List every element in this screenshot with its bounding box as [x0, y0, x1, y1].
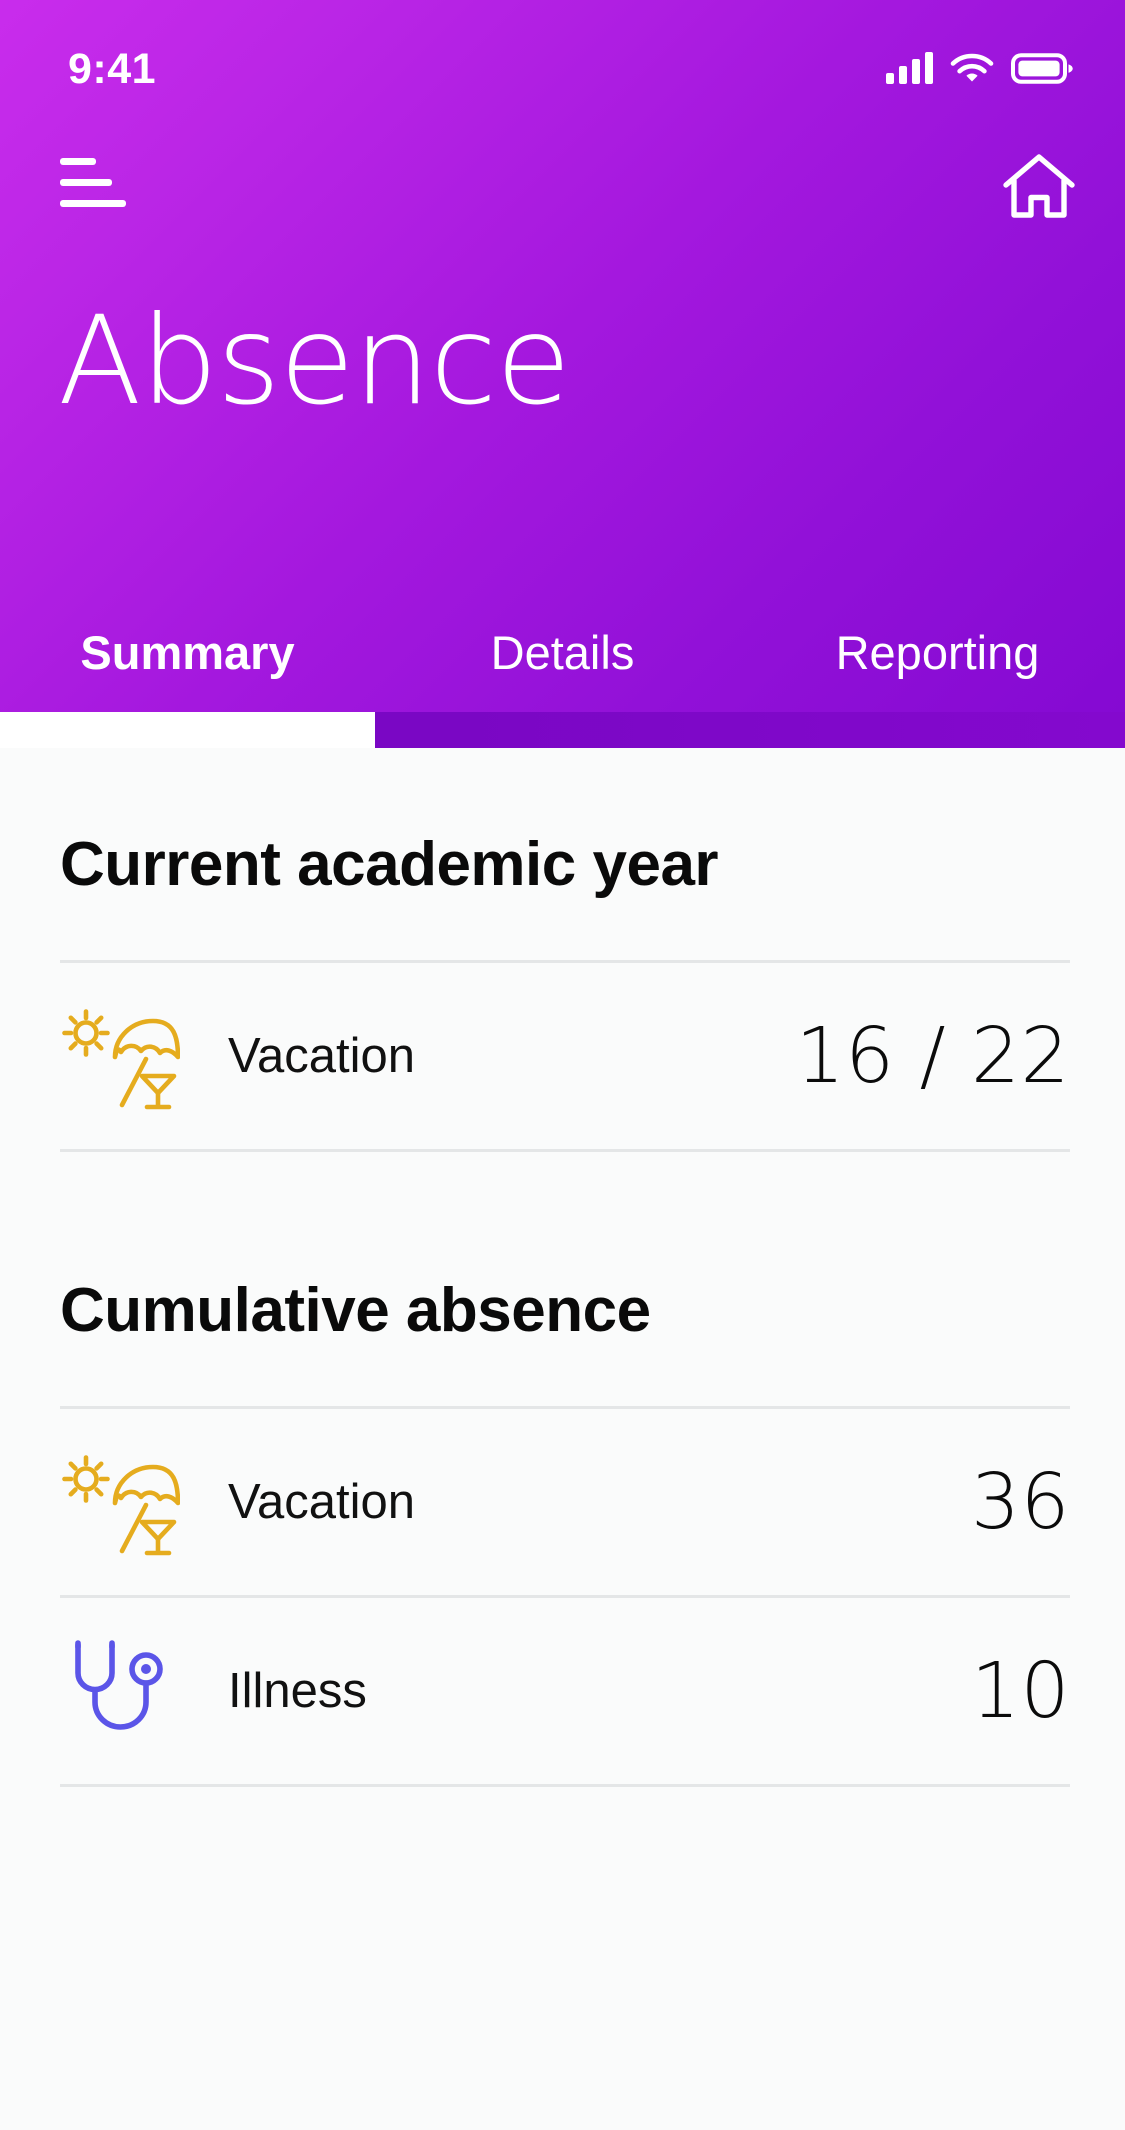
- battery-full-icon: [1011, 52, 1073, 84]
- list-item[interactable]: Vacation 36: [0, 1409, 1125, 1595]
- tab-summary[interactable]: Summary: [0, 592, 375, 712]
- home-icon[interactable]: [1001, 150, 1077, 222]
- stethoscope-icon: [60, 1635, 190, 1747]
- beach-umbrella-icon: [60, 1448, 190, 1556]
- spacer-top: [0, 748, 1125, 834]
- list-item-value: 10: [971, 1646, 1070, 1736]
- section-cumulative-absence: Cumulative absence Vacation 36 Illness 1…: [0, 1280, 1125, 1787]
- tab-bar: Summary Details Reporting: [0, 592, 1125, 712]
- divider: [60, 1784, 1070, 1787]
- active-tab-indicator: [0, 712, 375, 748]
- app-screen: 9:41 Absence Summary Details Reporting C…: [0, 0, 1125, 2130]
- main-content: Current academic year Vacation 16 / 22 C…: [0, 748, 1125, 2130]
- list-item-label: Vacation: [228, 1028, 416, 1083]
- divider: [60, 1149, 1070, 1152]
- list-item-value: 36: [971, 1457, 1070, 1547]
- app-header: 9:41 Absence Summary Details Reporting: [0, 0, 1125, 748]
- tab-details-label: Details: [490, 625, 635, 679]
- wifi-icon: [950, 52, 994, 84]
- list-item-label: Vacation: [228, 1474, 416, 1529]
- page-title: Absence: [58, 290, 571, 432]
- hamburger-menu-icon[interactable]: [60, 158, 126, 214]
- beach-umbrella-icon: [60, 1002, 190, 1110]
- list-item-label: Illness: [228, 1663, 367, 1718]
- list-item[interactable]: Illness 10: [0, 1598, 1125, 1784]
- tab-details[interactable]: Details: [375, 592, 750, 712]
- section-current-academic-year: Current academic year Vacation 16 / 22: [0, 834, 1125, 1152]
- hamburger-line-1: [60, 158, 96, 165]
- hamburger-line-2: [60, 179, 112, 186]
- section-title: Cumulative absence: [60, 1276, 651, 1345]
- tab-summary-label: Summary: [80, 625, 295, 679]
- tab-reporting[interactable]: Reporting: [750, 592, 1125, 712]
- status-bar-time: 9:41: [68, 45, 157, 93]
- hamburger-line-3: [60, 200, 126, 207]
- status-bar: 9:41: [0, 0, 1125, 118]
- status-bar-icons: [886, 52, 1073, 84]
- section-title: Current academic year: [60, 830, 719, 899]
- list-item[interactable]: Vacation 16 / 22: [0, 963, 1125, 1149]
- list-item-value: 16 / 22: [795, 1011, 1070, 1101]
- tab-reporting-label: Reporting: [835, 625, 1040, 679]
- signal-bars-icon: [886, 52, 933, 84]
